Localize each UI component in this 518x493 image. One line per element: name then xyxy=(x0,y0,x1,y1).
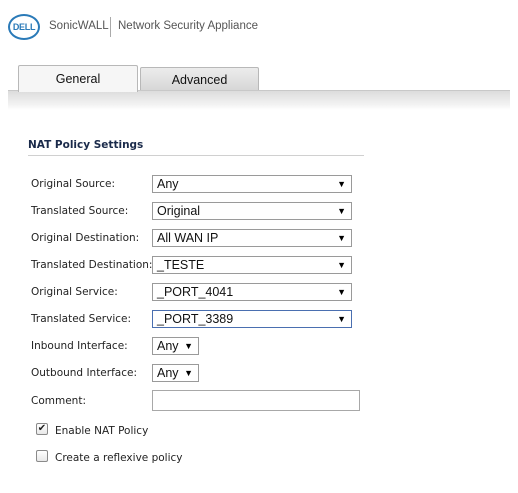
chevron-down-icon: ▼ xyxy=(337,314,346,324)
comment-label: Comment: xyxy=(31,395,86,407)
original-destination-select[interactable]: All WAN IP ▼ xyxy=(152,229,352,247)
tab-general[interactable]: General xyxy=(18,65,138,92)
translated-source-select[interactable]: Original ▼ xyxy=(152,202,352,220)
translated-destination-label: Translated Destination: xyxy=(31,259,153,271)
comment-input[interactable] xyxy=(152,390,360,411)
translated-source-value: Original xyxy=(157,204,201,218)
original-service-value: _PORT_4041 xyxy=(157,285,234,299)
section-title: NAT Policy Settings xyxy=(28,139,144,151)
outbound-interface-value: Any xyxy=(157,366,179,380)
inbound-interface-select[interactable]: Any ▼ xyxy=(152,337,199,355)
chevron-down-icon: ▼ xyxy=(184,368,193,378)
inbound-interface-value: Any xyxy=(157,339,179,353)
inbound-interface-label: Inbound Interface: xyxy=(31,340,128,352)
outbound-interface-label: Outbound Interface: xyxy=(31,367,137,379)
translated-source-label: Translated Source: xyxy=(31,205,129,217)
original-service-select[interactable]: _PORT_4041 ▼ xyxy=(152,283,352,301)
original-service-label: Original Service: xyxy=(31,286,118,298)
original-destination-label: Original Destination: xyxy=(31,232,140,244)
translated-service-label: Translated Service: xyxy=(31,313,132,325)
enable-nat-label: Enable NAT Policy xyxy=(55,425,149,437)
original-source-value: Any xyxy=(157,177,179,191)
original-destination-value: All WAN IP xyxy=(157,231,219,245)
reflexive-policy-checkbox[interactable] xyxy=(36,450,48,462)
translated-service-select[interactable]: _PORT_3389 ▼ xyxy=(152,310,352,328)
translated-destination-select[interactable]: _TESTE ▼ xyxy=(152,256,352,274)
dell-logo: DELL xyxy=(8,14,40,40)
chevron-down-icon: ▼ xyxy=(337,206,346,216)
app-header: DELL SonicWALL Network Security Applianc… xyxy=(0,0,518,56)
original-source-label: Original Source: xyxy=(31,178,116,190)
product-name: Network Security Appliance xyxy=(118,20,258,32)
outbound-interface-select[interactable]: Any ▼ xyxy=(152,364,199,382)
reflexive-policy-label: Create a reflexive policy xyxy=(55,452,183,464)
original-source-select[interactable]: Any ▼ xyxy=(152,175,352,193)
enable-nat-checkbox[interactable]: ✔ xyxy=(36,423,48,435)
chevron-down-icon: ▼ xyxy=(184,341,193,351)
tab-advanced[interactable]: Advanced xyxy=(140,67,259,91)
chevron-down-icon: ▼ xyxy=(337,287,346,297)
chevron-down-icon: ▼ xyxy=(337,233,346,243)
translated-service-value: _PORT_3389 xyxy=(157,312,234,326)
chevron-down-icon: ▼ xyxy=(337,260,346,270)
header-divider xyxy=(110,17,111,37)
tab-content-band xyxy=(8,90,510,110)
translated-destination-value: _TESTE xyxy=(157,258,205,272)
brand-name: SonicWALL xyxy=(49,20,109,32)
section-divider xyxy=(28,155,364,156)
chevron-down-icon: ▼ xyxy=(337,179,346,189)
